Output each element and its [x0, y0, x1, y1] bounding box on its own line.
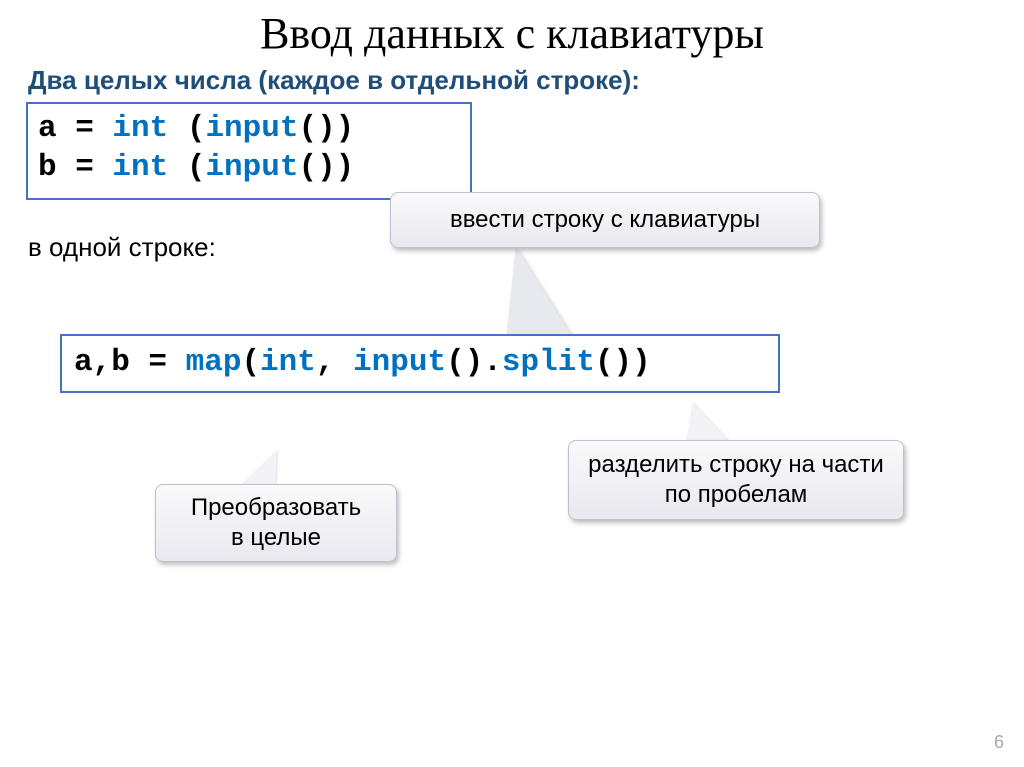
one-line-label: в одной строке: — [28, 232, 216, 263]
code-text: , — [316, 345, 353, 380]
subheading: Два целых числа (каждое в отдельной стро… — [0, 59, 1024, 96]
page-number: 6 — [994, 732, 1004, 753]
callout-convert-int: Преобразовать в целые — [155, 484, 397, 562]
page-title: Ввод данных с клавиатуры — [0, 0, 1024, 59]
keyword-input: input — [205, 111, 298, 146]
code-line-2: b = int (input()) — [38, 149, 460, 188]
keyword-map: map — [186, 345, 242, 380]
callout-enter-string: ввести строку с клавиатуры — [390, 192, 820, 248]
code-text: ()) — [595, 345, 651, 380]
keyword-input: input — [353, 345, 446, 380]
keyword-split: split — [502, 345, 595, 380]
code-text: ()) — [298, 150, 354, 185]
code-text: a,b = — [74, 345, 186, 380]
keyword-int: int — [112, 150, 168, 185]
code-text: ( — [168, 150, 205, 185]
code-text: ( — [241, 345, 260, 380]
callout-tail — [494, 247, 573, 337]
code-box-two-lines: a = int (input()) b = int (input()) — [26, 102, 472, 200]
code-line-1: a = int (input()) — [38, 110, 460, 149]
code-text: ()) — [298, 111, 354, 146]
keyword-int: int — [260, 345, 316, 380]
code-text: b = — [38, 150, 112, 185]
callout-split-spaces: разделить строку на части по пробелам — [568, 440, 904, 520]
code-box-one-line: a,b = map(int, input().split()) — [60, 334, 780, 393]
code-text: (). — [446, 345, 502, 380]
keyword-input: input — [205, 150, 298, 185]
code-line-map: a,b = map(int, input().split()) — [74, 344, 766, 383]
code-text: a = — [38, 111, 112, 146]
code-text: ( — [168, 111, 205, 146]
keyword-int: int — [112, 111, 168, 146]
